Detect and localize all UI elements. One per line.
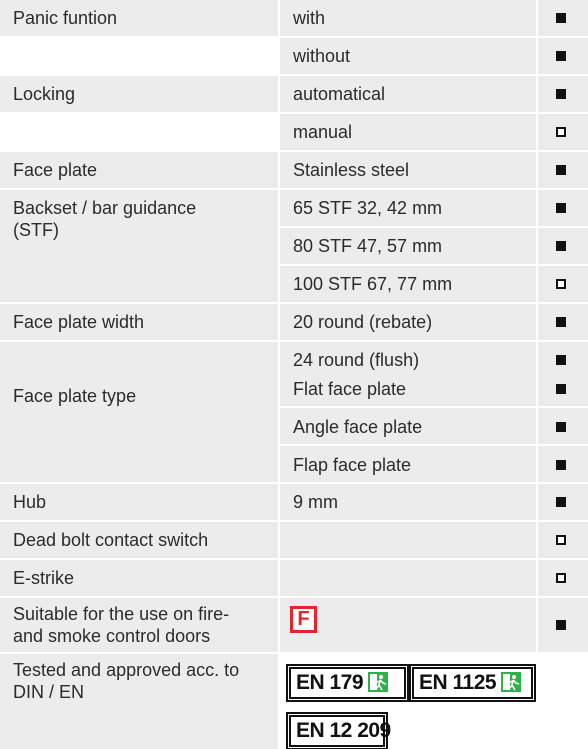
table-row: Hub 9 mm: [0, 484, 588, 520]
filled-square-icon: [556, 89, 566, 99]
feature-label: Hub: [13, 492, 47, 512]
table-row: Suitable for the use on fire- and smoke …: [0, 598, 588, 652]
hollow-square-icon: [556, 127, 566, 137]
table-row: Dead bolt contact switch: [0, 522, 588, 558]
table-row: 24 round (flush): [0, 342, 588, 378]
standard-badge-en12209: EN 12 209: [286, 712, 391, 749]
option-label: 100 STF 67, 77 mm: [293, 274, 453, 294]
option-label: with: [293, 8, 326, 28]
standard-badge-en179: EN 179: [286, 664, 409, 702]
option-label: Angle face plate: [293, 417, 423, 437]
feature-label-continued: DIN / EN: [13, 682, 85, 702]
filled-square-icon: [556, 51, 566, 61]
feature-label: Face plate: [13, 160, 98, 180]
table-row: Tested and approved acc. to DIN / EN EN …: [0, 654, 588, 749]
feature-label: Face plate type: [13, 386, 137, 406]
option-label: manual: [293, 122, 353, 142]
table-row-group: Face plate type Flat face plate Angle fa…: [0, 378, 588, 482]
feature-label: Suitable for the use on fire-: [13, 604, 230, 624]
table-row: Face plate Stainless steel: [0, 152, 588, 188]
hollow-square-icon: [556, 279, 566, 289]
filled-square-icon: [556, 13, 566, 23]
filled-square-icon: [556, 355, 566, 365]
option-label: automatical: [293, 84, 386, 104]
option-label: 20 round (rebate): [293, 312, 433, 332]
table-row: Panic funtion with: [0, 0, 588, 36]
table-row: E-strike: [0, 560, 588, 596]
feature-label: Backset / bar guidance: [13, 198, 197, 218]
emergency-exit-icon: [501, 672, 522, 692]
table-row: manual: [0, 114, 588, 150]
table-row: Face plate width 20 round (rebate): [0, 304, 588, 340]
feature-label: Panic funtion: [13, 8, 118, 28]
feature-label-continued: and smoke control doors: [13, 626, 211, 646]
filled-square-icon: [556, 241, 566, 251]
option-label: Flap face plate: [293, 455, 412, 475]
filled-square-icon: [556, 497, 566, 507]
feature-label: Locking: [13, 84, 76, 104]
option-label: Stainless steel: [293, 160, 410, 180]
table-row-group: Backset / bar guidance (STF) 65 STF 32, …: [0, 190, 588, 302]
option-label: 24 round (flush): [293, 350, 420, 370]
table-row: Locking automatical: [0, 76, 588, 112]
hollow-square-icon: [556, 573, 566, 583]
feature-label: Face plate width: [13, 312, 145, 332]
filled-square-icon: [556, 317, 566, 327]
option-label: Flat face plate: [293, 379, 407, 399]
hollow-square-icon: [556, 535, 566, 545]
option-label: 80 STF 47, 57 mm: [293, 236, 443, 256]
table-row: without: [0, 38, 588, 74]
filled-square-icon: [556, 203, 566, 213]
option-label: 65 STF 32, 42 mm: [293, 198, 443, 218]
feature-label: E-strike: [13, 568, 75, 588]
filled-square-icon: [556, 384, 566, 394]
feature-label: Dead bolt contact switch: [13, 530, 209, 550]
filled-square-icon: [556, 422, 566, 432]
feature-label-continued: (STF): [13, 220, 59, 240]
filled-square-icon: [556, 620, 566, 630]
standard-badge-en1125: EN 1125: [409, 664, 536, 702]
feature-label: Tested and approved acc. to: [13, 660, 240, 680]
option-label: 9 mm: [293, 492, 338, 512]
filled-square-icon: [556, 165, 566, 175]
fire-door-badge: F: [290, 606, 317, 633]
filled-square-icon: [556, 460, 566, 470]
emergency-exit-icon: [368, 672, 389, 692]
option-label: without: [293, 46, 351, 66]
